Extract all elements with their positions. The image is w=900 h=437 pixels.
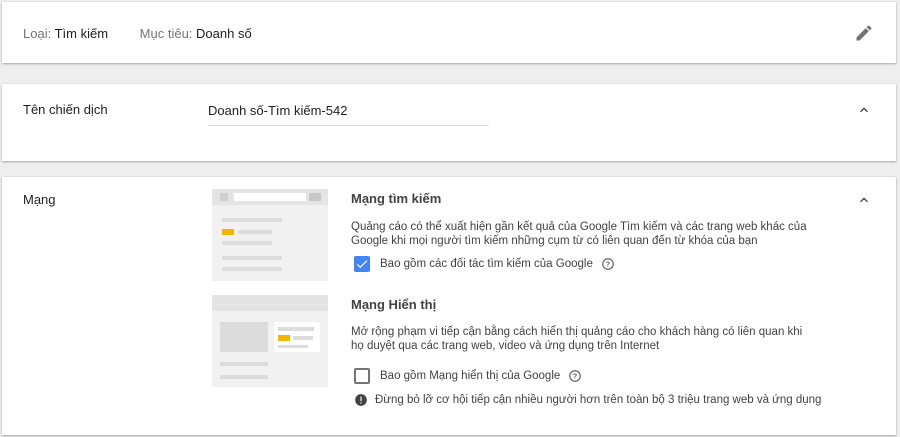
- display-network-checkbox[interactable]: [354, 368, 370, 384]
- search-partners-option: Bao gồm các đối tác tìm kiếm của Google …: [354, 255, 615, 273]
- display-network-title: Mạng Hiển thị: [351, 297, 437, 312]
- pencil-icon: [856, 25, 872, 41]
- goal-value: Doanh số: [196, 26, 252, 41]
- chevron-up-icon: [860, 107, 868, 113]
- search-network-description: Quảng cáo có thể xuất hiện gần kết quả c…: [351, 221, 807, 247]
- search-network-title: Mạng tìm kiếm: [351, 191, 442, 206]
- display-network-warning-text: Đừng bỏ lỡ cơ hội tiếp cận nhiều người h…: [375, 394, 822, 406]
- display-network-label: Bao gồm Mạng hiển thị của Google: [380, 370, 561, 382]
- type-pair: Loại: Tìm kiếm: [23, 26, 108, 41]
- edit-button[interactable]: [854, 23, 874, 43]
- networks-card: Mạng Mạng tìm kiếm Quảng cáo có thể xuất…: [2, 177, 896, 435]
- networks-label: Mạng: [23, 192, 56, 207]
- goal-label: Mục tiêu:: [139, 26, 193, 41]
- check-icon: [356, 260, 368, 269]
- help-circle-icon[interactable]: ?: [568, 369, 582, 383]
- display-network-description: Mở rộng phạm vi tiếp cận bằng cách hiển …: [351, 326, 803, 352]
- campaign-name-label: Tên chiến dịch: [23, 102, 108, 117]
- help-circle-icon[interactable]: ?: [601, 257, 615, 271]
- chevron-up-icon: [860, 197, 868, 203]
- display-network-option: Bao gồm Mạng hiển thị của Google ?: [354, 367, 582, 385]
- error-circle-icon: [355, 394, 367, 406]
- type-value: Tìm kiếm: [54, 26, 109, 41]
- collapse-name-button[interactable]: [856, 102, 872, 118]
- svg-text:?: ?: [573, 372, 578, 381]
- search-partners-checkbox[interactable]: [354, 256, 370, 272]
- display-network-illustration: [212, 295, 328, 387]
- campaign-summary-card: Loại: Tìm kiếm Mục tiêu: Doanh số: [2, 2, 896, 63]
- collapse-networks-button[interactable]: [856, 192, 872, 208]
- summary-row: Loại: Tìm kiếm Mục tiêu: Doanh số: [23, 26, 280, 41]
- search-partners-label: Bao gồm các đối tác tìm kiếm của Google: [380, 258, 593, 270]
- display-network-warning: Đừng bỏ lỡ cơ hội tiếp cận nhiều người h…: [354, 393, 821, 407]
- campaign-name-card: Tên chiến dịch: [2, 84, 896, 161]
- campaign-name-input[interactable]: [208, 98, 489, 126]
- goal-pair: Mục tiêu: Doanh số: [140, 26, 252, 41]
- type-label: Loại:: [23, 26, 52, 41]
- svg-text:?: ?: [606, 260, 611, 269]
- search-network-illustration: [212, 189, 328, 281]
